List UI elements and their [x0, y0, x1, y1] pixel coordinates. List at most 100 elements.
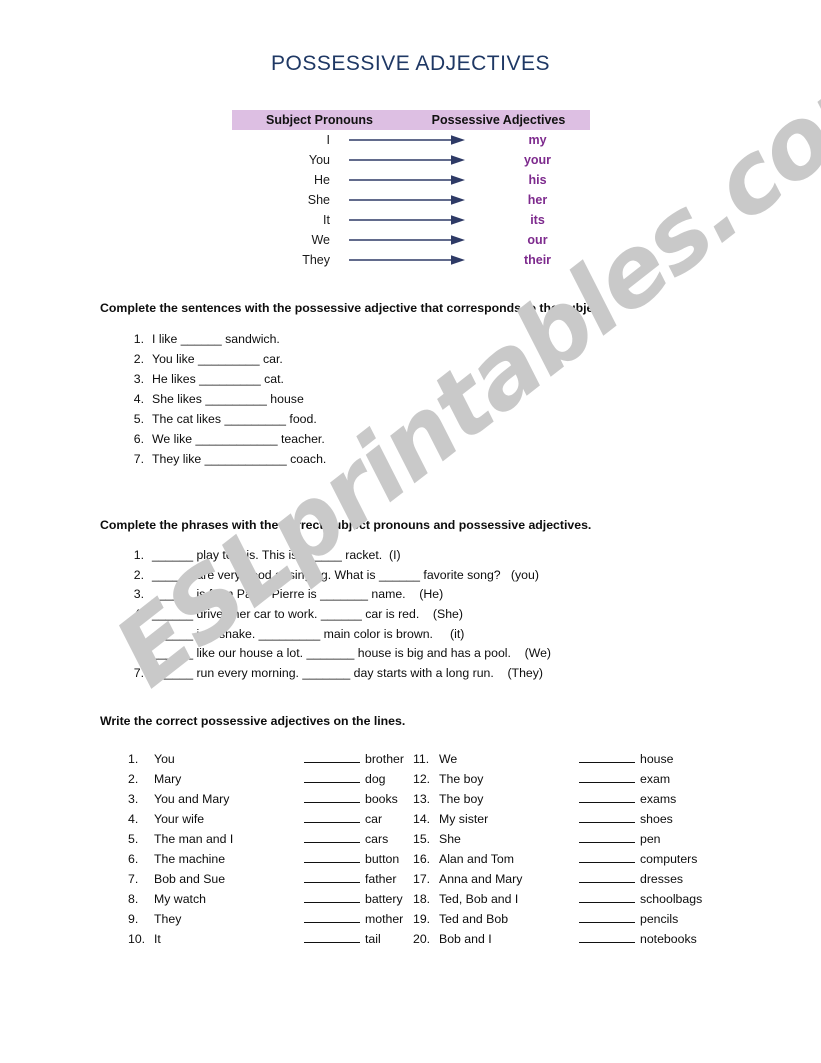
answer-blank[interactable] — [304, 910, 360, 923]
answer-blank[interactable] — [304, 930, 360, 943]
table-row: We our — [232, 230, 590, 250]
answer-blank[interactable] — [304, 890, 360, 903]
answer-blank[interactable] — [304, 870, 360, 883]
item-noun: house — [640, 752, 674, 766]
answer-blank[interactable] — [579, 830, 635, 843]
item-sentence[interactable]: I like ______ sandwich. — [152, 332, 280, 346]
list-item: 4. She likes _________ house — [128, 392, 326, 412]
list-item: 16. Alan and Tom computers — [413, 850, 708, 870]
exercise-1-heading: Complete the sentences with the possessi… — [100, 301, 608, 315]
exercise-3-column-right: 11. We house 12. The boy exam 13. The boy exams 1… — [413, 750, 708, 950]
answer-blank[interactable] — [579, 910, 635, 923]
item-subject: The boy — [439, 792, 484, 806]
item-number: 8. — [128, 892, 139, 906]
item-subject: Ted, Bob and I — [439, 892, 519, 906]
item-noun: notebooks — [640, 932, 697, 946]
possessive-adjective-cell: its — [530, 213, 545, 227]
item-noun: brother — [365, 752, 404, 766]
item-subject: Your wife — [154, 812, 205, 826]
list-item: 15. She pen — [413, 830, 708, 850]
exercise-2-heading: Complete the phrases with the correct su… — [100, 518, 592, 532]
item-noun: dresses — [640, 872, 684, 886]
answer-blank[interactable] — [304, 770, 360, 783]
subject-pronoun-cell: She — [307, 193, 330, 207]
answer-blank[interactable] — [579, 770, 635, 783]
table-row: It its — [232, 210, 590, 230]
item-subject: Bob and Sue — [154, 872, 226, 886]
list-item: 7. They like ____________ coach. — [128, 452, 327, 472]
item-number: 7. — [128, 872, 139, 886]
answer-blank[interactable] — [579, 890, 635, 903]
answer-blank[interactable] — [579, 850, 635, 863]
answer-blank[interactable] — [304, 790, 360, 803]
item-number: 2. — [128, 772, 139, 786]
item-sentence[interactable]: ______ is a snake. _________ main color … — [152, 627, 464, 641]
item-subject: My watch — [154, 892, 206, 906]
item-sentence[interactable]: She likes _________ house — [152, 392, 304, 406]
possessive-adjective-cell: my — [528, 133, 547, 147]
list-item: 2. ______ are very good at singing. What … — [128, 568, 551, 588]
list-item: 7. Bob and Sue father — [128, 870, 413, 890]
exercise-1-list: 1. I like ______ sandwich. 2. You like ____… — [128, 332, 327, 472]
answer-blank[interactable] — [579, 750, 635, 763]
answer-blank[interactable] — [579, 790, 635, 803]
list-item: 12. The boy exam — [413, 770, 708, 790]
item-number: 9. — [128, 912, 139, 926]
item-sentence[interactable]: They like ____________ coach. — [152, 452, 326, 466]
subject-pronoun-cell: I — [326, 133, 330, 147]
list-item: 6. ______ like our house a lot. _______ h… — [128, 646, 551, 666]
arrow-right-icon — [330, 234, 485, 246]
table-body: Imy You your He his She her It its We our They their — [232, 130, 590, 270]
answer-blank[interactable] — [304, 830, 360, 843]
item-number: 18. — [413, 892, 431, 906]
item-noun: cars — [365, 832, 389, 846]
answer-blank[interactable] — [579, 930, 635, 943]
item-subject: Alan and Tom — [439, 852, 514, 866]
item-noun: shoes — [640, 812, 673, 826]
list-item: 17. Anna and Mary dresses — [413, 870, 708, 890]
item-subject: Mary — [154, 772, 182, 786]
item-number: 1. — [133, 548, 144, 562]
item-sentence[interactable]: The cat likes _________ food. — [152, 412, 317, 426]
item-sentence[interactable]: ______ like our house a lot. _______ hou… — [152, 646, 551, 660]
subject-pronoun-cell: You — [308, 153, 330, 167]
answer-blank[interactable] — [304, 750, 360, 763]
item-subject: My sister — [439, 812, 489, 826]
item-noun: mother — [365, 912, 404, 926]
possessive-adjective-cell: his — [528, 173, 547, 187]
item-sentence[interactable]: ______ play tennis. This is ______ racke… — [152, 548, 401, 562]
item-sentence[interactable]: ______ drives her car to work. ______ ca… — [152, 607, 463, 621]
item-number: 16. — [413, 852, 431, 866]
table-row: Imy — [232, 130, 590, 150]
answer-blank[interactable] — [579, 810, 635, 823]
item-number: 14. — [413, 812, 431, 826]
item-subject: The boy — [439, 772, 484, 786]
item-number: 5. — [133, 626, 144, 641]
item-sentence[interactable]: You like _________ car. — [152, 352, 283, 366]
item-sentence[interactable]: ______ run every morning. _______ day st… — [152, 666, 543, 680]
item-sentence[interactable]: We like ____________ teacher. — [152, 432, 325, 446]
exercise-3-heading: Write the correct possessive adjectives … — [100, 714, 406, 728]
table-row: He his — [232, 170, 590, 190]
list-item: 5. The cat likes _________ food. — [128, 412, 326, 432]
worksheet-page: POSSESSIVE ADJECTIVES Subject Pronouns P… — [0, 0, 821, 1063]
list-item: 3. He likes _________ cat. — [128, 372, 326, 392]
list-item: 13. The boy exams — [413, 790, 708, 810]
item-sentence[interactable]: ______ are very good at singing. What is… — [152, 568, 539, 582]
item-number: 17. — [413, 872, 431, 886]
item-number: 11. — [413, 752, 430, 766]
page-title: POSSESSIVE ADJECTIVES — [271, 52, 550, 75]
answer-blank[interactable] — [304, 850, 360, 863]
item-number: 7. — [133, 452, 144, 466]
answer-blank[interactable] — [579, 870, 635, 883]
item-number: 6. — [133, 646, 144, 661]
item-subject: You and Mary — [154, 792, 230, 806]
item-sentence[interactable]: He likes _________ cat. — [152, 372, 284, 386]
list-item: 11. We house — [413, 750, 708, 770]
item-subject: She — [439, 832, 461, 846]
answer-blank[interactable] — [304, 810, 360, 823]
list-item: 10. It tail — [128, 930, 413, 950]
arrow-right-icon — [330, 194, 485, 206]
item-sentence[interactable]: ______ is from Paris. Pierre is _______ … — [152, 587, 443, 601]
item-number: 12. — [413, 772, 431, 786]
